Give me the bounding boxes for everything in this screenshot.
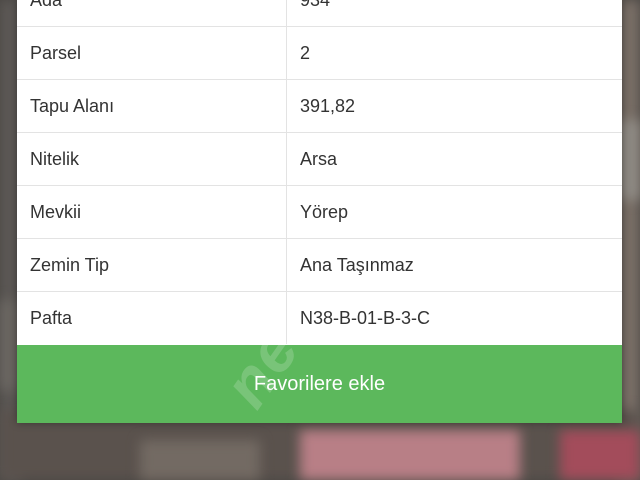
row-label-tapu-alani: Tapu Alanı bbox=[17, 79, 287, 133]
table-row: Ada 934 bbox=[17, 0, 622, 27]
add-to-favorites-button[interactable]: Favorilere ekle bbox=[17, 345, 622, 423]
table-row: Nitelik Arsa bbox=[17, 132, 622, 186]
row-label-mevkii: Mevkii bbox=[17, 185, 287, 239]
table-row: Parsel 2 bbox=[17, 26, 622, 80]
row-value-pafta: N38-B-01-B-3-C bbox=[300, 307, 431, 328]
row-label-zemin-tip: Zemin Tip bbox=[17, 238, 287, 292]
row-label-ada: Ada bbox=[17, 0, 287, 27]
row-value-mevkii: Yörep bbox=[286, 185, 622, 239]
row-label-pafta: Pafta bbox=[17, 291, 287, 344]
table-row: Mevkii Yörep bbox=[17, 185, 622, 239]
table-row: Tapu Alanı 391,82 bbox=[17, 79, 622, 133]
row-value-parsel: 2 bbox=[286, 26, 622, 80]
row-value-nitelik: Arsa bbox=[286, 132, 622, 186]
row-value-ada: 934 bbox=[286, 0, 622, 27]
row-label-nitelik: Nitelik bbox=[17, 132, 287, 186]
add-to-favorites-label: Favorilere ekle bbox=[253, 372, 386, 395]
row-label-parsel: Parsel bbox=[17, 26, 287, 80]
parcel-details-table: Ada 934 Parsel 2 Tapu Alanı 391,82 Nitel… bbox=[17, 0, 622, 344]
table-row: Pafta N38-B-01-B-3-C bbox=[17, 291, 622, 344]
table-row: Zemin Tip Ana Taşınmaz bbox=[17, 238, 622, 292]
row-value-tapu-alani: 391,82 bbox=[286, 79, 622, 133]
parcel-info-card: Ada 934 Parsel 2 Tapu Alanı 391,82 Nitel… bbox=[17, 0, 622, 423]
row-value-zemin-tip: Ana Taşınmaz bbox=[286, 238, 622, 292]
